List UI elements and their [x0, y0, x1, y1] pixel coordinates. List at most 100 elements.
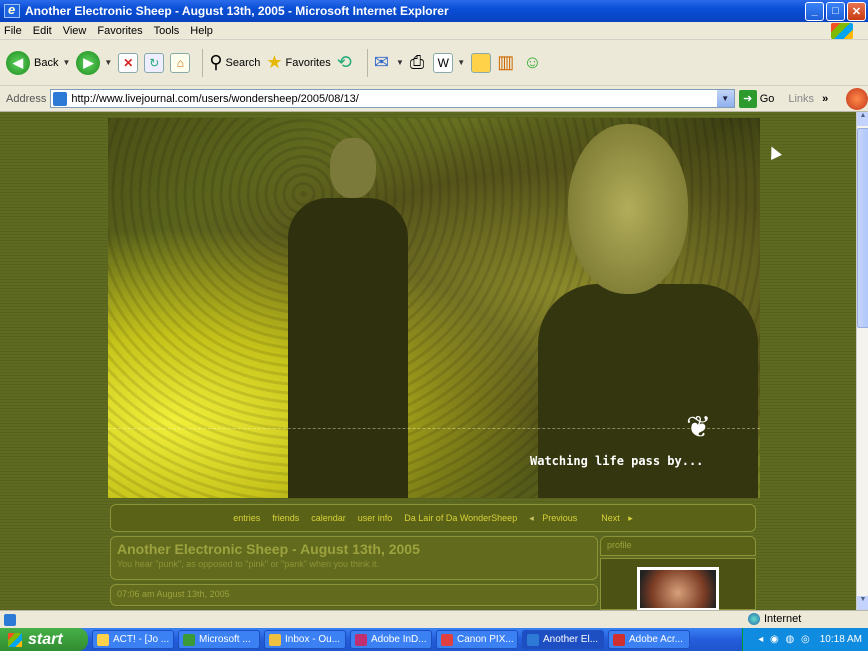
history-button[interactable]: ⟲ — [337, 52, 355, 73]
edit-button[interactable]: W ▼ — [433, 52, 465, 73]
forward-dropdown-icon[interactable]: ▼ — [104, 58, 112, 67]
status-bar: Internet — [0, 610, 868, 628]
folder-icon — [471, 52, 492, 73]
taskbar-item[interactable]: Microsoft ... — [178, 630, 260, 649]
app-icon — [527, 633, 539, 646]
forward-button[interactable]: ▶ ▼ — [76, 50, 112, 75]
profile-header[interactable]: profile — [600, 536, 756, 556]
taskbar-item[interactable]: Adobe InD... — [350, 630, 432, 649]
window-title: Another Electronic Sheep - August 13th, … — [25, 4, 449, 18]
taskbar-item[interactable]: Canon PIX... — [436, 630, 518, 649]
nav-entries[interactable]: entries — [233, 513, 260, 523]
page-viewport: ❦ Watching life pass by... entries frien… — [0, 112, 856, 610]
address-url[interactable]: http://www.livejournal.com/users/wonders… — [71, 93, 716, 105]
back-dropdown-icon[interactable]: ▼ — [62, 58, 70, 67]
taskbar-item[interactable]: Adobe Acr... — [608, 630, 690, 649]
toolbar-overflow-icon[interactable]: » — [822, 93, 828, 105]
word-edit-icon: W — [433, 52, 454, 73]
menu-file[interactable]: File — [4, 25, 22, 37]
address-dropdown-icon[interactable]: ▼ — [716, 90, 734, 107]
app-icon — [269, 633, 281, 646]
toolbar-separator — [202, 48, 204, 77]
messenger-button[interactable]: ☺ — [523, 52, 544, 73]
minimize-button[interactable]: _ — [805, 1, 824, 21]
page-status-icon — [4, 613, 16, 626]
journal-nav: entries friends calendar user info Da La… — [110, 504, 756, 532]
menu-help[interactable]: Help — [190, 25, 213, 37]
scroll-up-icon[interactable]: ▲ — [857, 112, 868, 126]
avatar-photo — [640, 570, 716, 608]
nav-calendar[interactable]: calendar — [311, 513, 346, 523]
stop-button[interactable]: ✕ — [118, 52, 139, 73]
tray-icons[interactable]: ◂ ◉ ◍ ◎ — [758, 634, 812, 645]
standard-toolbar: ◀ Back ▼ ▶ ▼ ✕ ↻ ⌂ ⚲ Search ★ Favorites … — [0, 40, 868, 86]
app-icon — [441, 633, 453, 646]
maximize-button[interactable]: □ — [826, 1, 845, 21]
messenger-icon: ☺ — [523, 52, 542, 72]
butterfly-icon: ❦ — [686, 411, 712, 444]
windows-logo-icon — [831, 23, 853, 39]
home-icon: ⌂ — [170, 52, 191, 73]
refresh-button[interactable]: ↻ — [144, 52, 165, 73]
favorites-label: Favorites — [285, 56, 331, 69]
profile-avatar[interactable] — [637, 567, 719, 610]
close-button[interactable]: ✕ — [847, 1, 866, 21]
scroll-down-icon[interactable]: ▼ — [857, 596, 868, 610]
taskbar-item-active[interactable]: Another El... — [522, 630, 604, 649]
title-bar[interactable]: Another Electronic Sheep - August 13th, … — [0, 0, 868, 22]
menu-edit[interactable]: Edit — [33, 25, 52, 37]
taskbar-item[interactable]: ACT! - [Jo ... — [92, 630, 174, 649]
discuss-button[interactable] — [471, 52, 492, 73]
nav-friends[interactable]: friends — [272, 513, 299, 523]
taskbar-item[interactable]: Inbox - Ou... — [264, 630, 346, 649]
menu-tools[interactable]: Tools — [154, 25, 180, 37]
links-button[interactable]: Links — [788, 93, 814, 105]
page-icon — [53, 91, 68, 106]
task-label: Inbox - Ou... — [285, 634, 341, 645]
go-button[interactable]: ➜ Go — [738, 89, 775, 108]
task-label: Microsoft ... — [199, 634, 251, 645]
nav-previous-label: Previous — [542, 512, 578, 523]
app-icon — [183, 633, 195, 646]
scroll-thumb[interactable] — [857, 128, 868, 328]
ie-throbber-icon — [846, 87, 868, 110]
home-button[interactable]: ⌂ — [170, 52, 191, 73]
menu-favorites[interactable]: Favorites — [97, 25, 142, 37]
figure-head — [568, 124, 688, 294]
post-header: Another Electronic Sheep - August 13th, … — [110, 536, 598, 580]
research-button[interactable]: ▥ — [497, 52, 517, 73]
go-label: Go — [759, 92, 775, 105]
nav-user-info[interactable]: user info — [358, 513, 393, 523]
mail-button[interactable]: ✉ ▼ — [374, 52, 404, 73]
back-arrow-icon: ◀ — [6, 50, 30, 75]
start-button[interactable]: start — [0, 628, 88, 651]
nav-previous[interactable]: ◂ Previous — [529, 513, 583, 524]
clock[interactable]: 10:18 AM — [820, 634, 862, 645]
figure-head — [330, 138, 376, 198]
zone-label: Internet — [764, 613, 802, 625]
nav-next[interactable]: Next ▸ — [595, 513, 633, 524]
forward-arrow-icon: ▶ — [76, 50, 101, 75]
post-timestamp[interactable]: 07:06 am August 13th, 2005 — [110, 584, 598, 606]
task-label: Another El... — [543, 634, 599, 645]
nav-lair[interactable]: Da Lair of Da WonderSheep — [404, 513, 517, 523]
search-button[interactable]: ⚲ Search — [209, 52, 260, 73]
nav-next-label: Next — [601, 512, 620, 523]
start-label: start — [28, 630, 63, 648]
post-title: Another Electronic Sheep - August 13th, … — [117, 541, 420, 557]
journal-banner-image: ❦ Watching life pass by... — [108, 118, 760, 498]
stop-icon: ✕ — [118, 52, 139, 73]
menu-bar: File Edit View Favorites Tools Help — [0, 22, 868, 40]
edit-dropdown-icon[interactable]: ▼ — [457, 58, 465, 67]
dotted-line — [108, 428, 760, 429]
app-icon — [613, 633, 625, 646]
mail-dropdown-icon[interactable]: ▼ — [396, 58, 404, 67]
print-button[interactable]: ⎙ — [410, 52, 427, 73]
menu-view[interactable]: View — [63, 25, 87, 37]
portrait-man-figure — [538, 124, 758, 498]
vertical-scrollbar[interactable]: ▲ ▼ — [856, 112, 868, 610]
back-button[interactable]: ◀ Back ▼ — [6, 50, 70, 75]
address-input[interactable]: http://www.livejournal.com/users/wonders… — [50, 89, 735, 108]
windows-flag-icon — [8, 632, 22, 647]
favorites-button[interactable]: ★ Favorites — [266, 52, 330, 73]
